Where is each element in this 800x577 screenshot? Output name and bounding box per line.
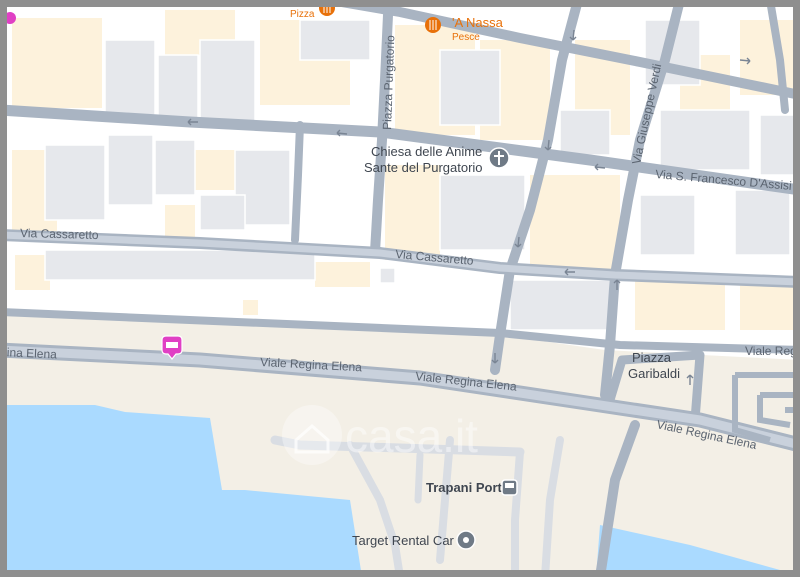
label-target-rental-car: Target Rental Car	[352, 533, 455, 548]
map-canvas[interactable]: gina Elena Viale Regina Elena Viale Regi…	[0, 0, 800, 577]
watermark-logo	[282, 405, 342, 465]
pin-icon[interactable]	[456, 530, 476, 550]
bus-icon[interactable]	[501, 479, 518, 496]
restaurant-icon[interactable]	[319, 0, 335, 16]
label-piazza-garibaldi-1: Piazza	[632, 350, 672, 365]
map-frame: gina Elena Viale Regina Elena Viale Regi…	[0, 0, 800, 577]
label-trapani-port: Trapani Port	[426, 480, 503, 495]
label-pizza-sub: Pizza	[290, 9, 315, 20]
label-a-nassa: 'A Nassa	[452, 15, 504, 30]
label-chiesa-line1: Chiesa delle Anime	[371, 144, 482, 159]
label-viale-regina-elena-right: Viale Regi	[745, 344, 799, 358]
label-via-cassaretto-1: Via Cassaretto	[20, 226, 99, 242]
label-chiesa-line2: Sante del Purgatorio	[364, 160, 483, 175]
label-viale-regina-elena-left: gina Elena	[0, 345, 57, 361]
label-piazza-garibaldi-2: Garibaldi	[628, 366, 680, 381]
restaurant-icon[interactable]	[425, 17, 441, 33]
hotel-icon[interactable]	[4, 12, 16, 24]
label-a-nassa-sub: Pesce	[452, 32, 480, 43]
church-icon[interactable]	[488, 147, 510, 169]
watermark-text: casa.it	[345, 410, 478, 462]
